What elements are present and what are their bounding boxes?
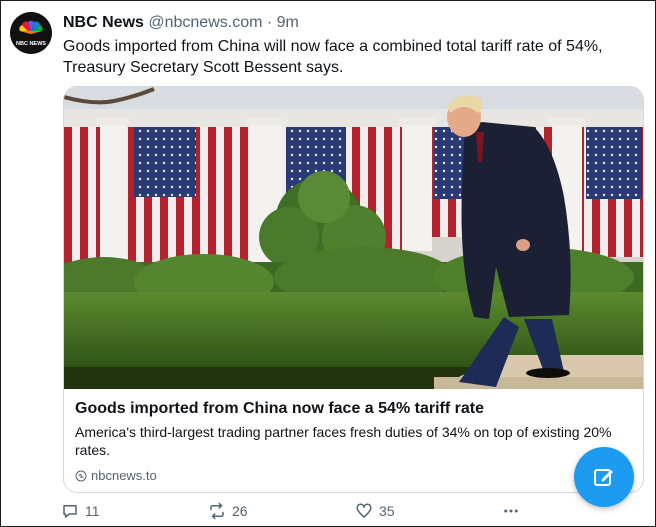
post-header: NBC News @nbcnews.com · 9m — [63, 13, 299, 33]
compose-button[interactable] — [574, 447, 634, 507]
compose-icon — [594, 469, 613, 486]
card-body: Goods imported from China now face a 54%… — [64, 389, 643, 492]
header-separator: · — [266, 14, 273, 31]
like-count: 35 — [379, 503, 395, 519]
svg-text:NBC NEWS: NBC NEWS — [16, 41, 46, 47]
card-domain[interactable]: nbcnews.to — [75, 468, 157, 483]
card-image — [64, 87, 643, 389]
repost-button[interactable]: 26 — [208, 502, 248, 520]
more-button[interactable] — [501, 502, 521, 520]
author-avatar[interactable]: NBC NEWS — [10, 12, 52, 54]
link-card[interactable]: Goods imported from China now face a 54%… — [63, 86, 644, 493]
repost-icon — [210, 502, 224, 520]
post-window: NBC NEWS NBC News @nbcnews.com · 9m Good… — [0, 0, 656, 527]
action-bar: 11 26 35 — [61, 502, 541, 524]
reply-icon — [63, 505, 77, 518]
nbc-peacock-logo: NBC NEWS — [10, 12, 52, 54]
author-name[interactable]: NBC News — [63, 14, 144, 31]
reply-button[interactable]: 11 — [61, 502, 100, 520]
more-icon — [504, 509, 518, 513]
author-handle[interactable]: @nbcnews.com — [148, 14, 262, 31]
post-text: Goods imported from China will now face … — [63, 38, 603, 76]
repost-count: 26 — [232, 503, 248, 519]
heart-icon — [356, 503, 372, 518]
like-button[interactable]: 35 — [355, 502, 395, 520]
card-domain-text[interactable]: nbcnews.to — [91, 468, 157, 483]
post-time[interactable]: 9m — [277, 14, 299, 31]
card-description: America's third-largest trading partner … — [75, 424, 612, 458]
link-icon — [75, 470, 87, 481]
reply-count: 11 — [85, 503, 100, 519]
card-title[interactable]: Goods imported from China now face a 54%… — [75, 400, 484, 418]
